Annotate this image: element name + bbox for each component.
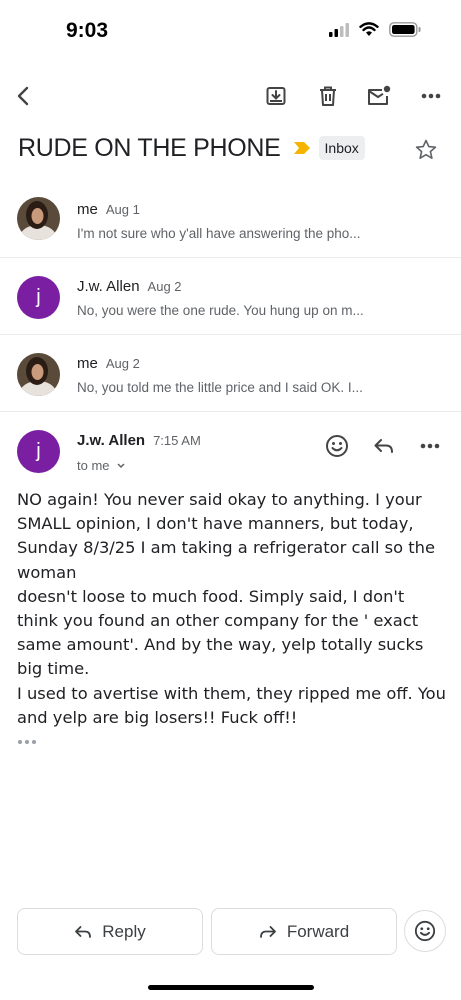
thread-sender-2: J.w. Allen Aug 2	[77, 278, 182, 295]
thread-date-3: Aug 2	[105, 356, 140, 371]
reply-button[interactable]: Reply	[17, 908, 203, 955]
message-toolbar	[0, 70, 461, 120]
subject-row: RUDE ON THE PHONE Inbox	[18, 128, 448, 168]
thread-date-1: Aug 1	[105, 202, 140, 217]
importance-marker-icon[interactable]	[293, 141, 311, 155]
thread-snippet-2: No, you were the one rude. You hung up o…	[77, 303, 364, 318]
thread-message-1[interactable]: me Aug 1 I'm not sure who y'all have answ…	[0, 181, 461, 258]
reply-label: Reply	[102, 921, 146, 941]
message-more-button[interactable]	[414, 430, 446, 462]
reply-icon	[75, 925, 92, 938]
thread-sender-1: me Aug 1	[77, 201, 140, 218]
forward-label: Forward	[286, 921, 350, 941]
archive-button[interactable]	[258, 78, 294, 114]
more-options-button[interactable]	[413, 78, 449, 114]
mail-unread-icon	[368, 85, 391, 105]
emoji-smile-icon	[326, 435, 348, 457]
chevron-down-icon	[117, 463, 125, 469]
thread-message-2[interactable]: j J.w. Allen Aug 2 No, you were the one r…	[0, 258, 461, 335]
open-message-time: 7:15 AM	[153, 433, 201, 448]
show-trimmed-content-button[interactable]	[16, 733, 40, 753]
home-indicator	[148, 985, 314, 990]
profile-photo	[17, 353, 60, 396]
avatar-initial: j	[17, 430, 60, 473]
recipient-details-toggle[interactable]: to me	[77, 458, 126, 473]
profile-photo	[17, 197, 60, 240]
thread-date-2: Aug 2	[147, 279, 182, 294]
more-horizontal-icon	[18, 740, 36, 744]
thread-snippet-3: No, you told me the little price and I s…	[77, 380, 363, 395]
status-icons	[329, 22, 421, 37]
message-body: NO again! You never said okay to anythin…	[17, 490, 446, 727]
thread-snippet-1: I'm not sure who y'all have answering th…	[77, 226, 361, 241]
avatar-photo	[17, 197, 60, 240]
reply-message-button[interactable]	[368, 430, 400, 462]
thread-sender-3: me Aug 2	[77, 355, 140, 372]
star-outline-icon	[415, 139, 437, 159]
more-horizontal-icon	[421, 93, 441, 99]
back-arrow-icon	[17, 86, 29, 106]
forward-icon	[259, 925, 276, 938]
status-time: 9:03	[66, 19, 109, 42]
status-bar: 9:03	[0, 0, 461, 62]
avatar-photo	[17, 353, 60, 396]
more-horizontal-icon	[420, 443, 440, 449]
inbox-label-chip[interactable]: Inbox	[318, 136, 365, 160]
recipient-label: to me	[77, 458, 110, 473]
back-button[interactable]	[6, 78, 42, 114]
star-button[interactable]	[414, 138, 446, 170]
wifi-icon	[359, 22, 379, 36]
emoji-smile-icon	[414, 920, 436, 942]
reply-icon	[374, 439, 393, 453]
add-reaction-button[interactable]	[321, 430, 353, 462]
emoji-reaction-button[interactable]	[404, 910, 446, 952]
avatar-initial: j	[17, 276, 60, 319]
trash-icon	[320, 86, 336, 106]
thread-message-3[interactable]: me Aug 2 No, you told me the little price…	[0, 335, 461, 412]
delete-button[interactable]	[310, 78, 346, 114]
cellular-signal-icon	[329, 22, 349, 37]
email-subject: RUDE ON THE PHONE	[18, 133, 281, 162]
open-message-sender: J.w. Allen 7:15 AM	[77, 432, 201, 449]
battery-icon	[389, 22, 421, 37]
archive-icon	[266, 87, 286, 105]
forward-button[interactable]: Forward	[211, 908, 397, 955]
mark-unread-button[interactable]	[361, 78, 397, 114]
